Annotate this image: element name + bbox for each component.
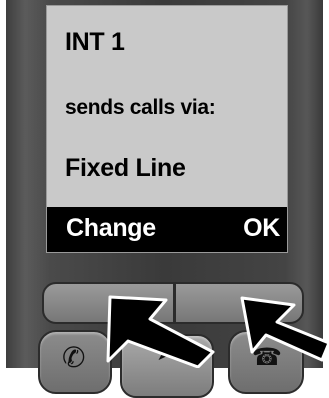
navigation-arrow-icon: ➤ [156, 340, 175, 365]
display-screen: INT 1 sends calls via: Fixed Line Change… [46, 5, 288, 253]
display-line-value: Fixed Line [65, 154, 186, 182]
left-softkey[interactable] [44, 284, 173, 322]
end-call-key[interactable]: ☎ [228, 330, 304, 394]
display-line-title: INT 1 [65, 28, 125, 56]
softkey-label-bar: Change OK [47, 207, 287, 252]
display-line-prompt: sends calls via: [65, 96, 216, 119]
end-call-icon: ☎ [252, 344, 282, 371]
navigation-key[interactable]: ➤ [120, 334, 214, 398]
right-softkey[interactable] [173, 284, 302, 322]
softkey-left-label: Change [66, 214, 156, 242]
display-keys [42, 282, 304, 324]
softkey-right-label: OK [243, 214, 280, 242]
talk-key[interactable]: ✆ [38, 330, 112, 394]
